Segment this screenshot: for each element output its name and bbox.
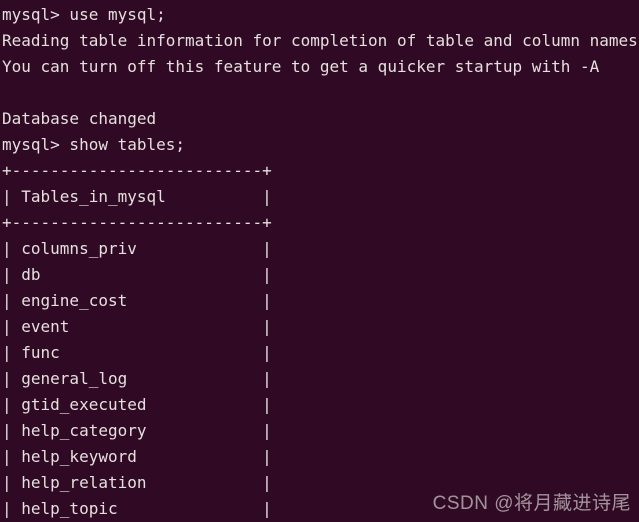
terminal-line: | engine_cost | bbox=[2, 291, 272, 310]
terminal-output: mysql> use mysql; Reading table informati… bbox=[2, 2, 639, 522]
terminal-line: | help_keyword | bbox=[2, 447, 272, 466]
terminal-line: | event | bbox=[2, 317, 272, 336]
terminal-line: | db | bbox=[2, 265, 272, 284]
terminal-line: mysql> use mysql; bbox=[2, 5, 166, 24]
terminal-line: | Tables_in_mysql | bbox=[2, 187, 272, 206]
terminal-line: | help_topic | bbox=[2, 499, 272, 518]
terminal-line: | help_category | bbox=[2, 421, 272, 440]
terminal-line: | general_log | bbox=[2, 369, 272, 388]
terminal-line: Database changed bbox=[2, 109, 157, 128]
terminal-line: +--------------------------+ bbox=[2, 213, 272, 232]
terminal-line: Reading table information for completion… bbox=[2, 31, 638, 50]
terminal-line: | gtid_executed | bbox=[2, 395, 272, 414]
terminal-line: mysql> show tables; bbox=[2, 135, 186, 154]
terminal-line: +--------------------------+ bbox=[2, 161, 272, 180]
terminal-window[interactable]: mysql> use mysql; Reading table informati… bbox=[0, 0, 639, 522]
terminal-line: | func | bbox=[2, 343, 272, 362]
terminal-line: You can turn off this feature to get a q… bbox=[2, 57, 600, 76]
terminal-line: | columns_priv | bbox=[2, 239, 272, 258]
terminal-line: | help_relation | bbox=[2, 473, 272, 492]
